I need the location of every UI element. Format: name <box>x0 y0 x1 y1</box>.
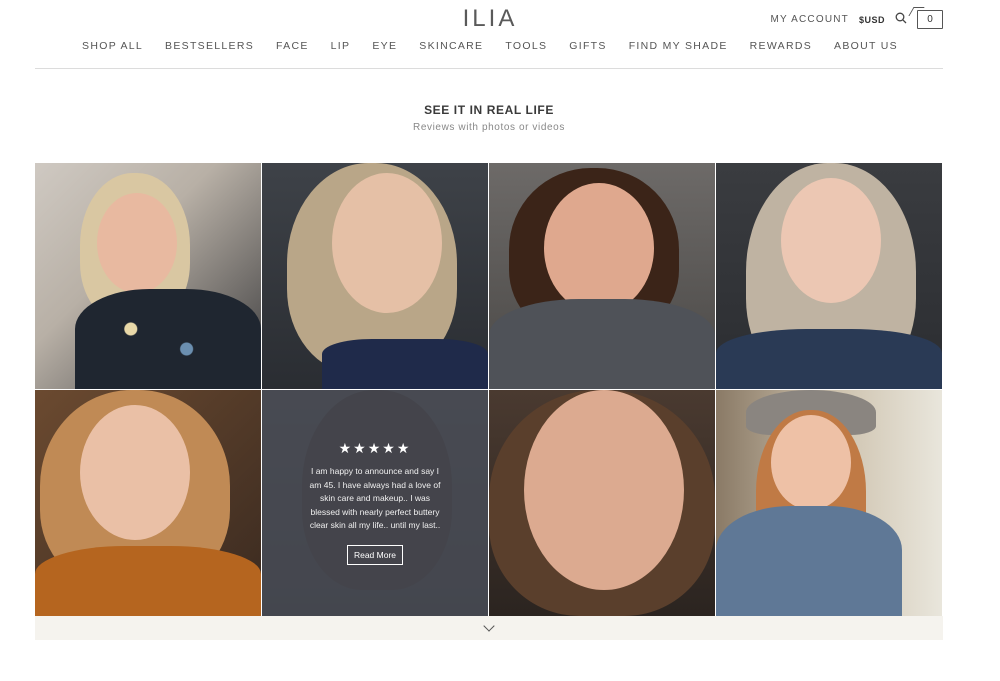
review-photo-3[interactable] <box>489 163 715 389</box>
bag-icon[interactable]: 0 <box>917 10 943 29</box>
nav-item-face[interactable]: FACE <box>276 40 309 52</box>
review-overlay: ★★★★★ I am happy to announce and say I a… <box>262 390 488 616</box>
review-photo-2[interactable] <box>262 163 488 389</box>
chevron-down-icon[interactable] <box>483 620 495 632</box>
review-photo-6[interactable]: ★★★★★ I am happy to announce and say I a… <box>262 390 488 616</box>
site-header: ILIA MY ACCOUNT $USD 0 SHOP ALL BESTSELL… <box>0 0 1000 70</box>
review-photo-grid: ★★★★★ I am happy to announce and say I a… <box>35 163 943 616</box>
review-photo-7[interactable] <box>489 390 715 616</box>
review-text: I am happy to announce and say I am 45. … <box>309 466 441 530</box>
nav-item-shop-all[interactable]: SHOP ALL <box>82 40 143 52</box>
section-title: SEE IT IN REAL LIFE <box>424 103 554 117</box>
load-more-bar[interactable] <box>35 616 943 640</box>
nav-item-find-my-shade[interactable]: FIND MY SHADE <box>629 40 728 52</box>
photo-face <box>97 193 177 293</box>
main-nav: SHOP ALL BESTSELLERS FACE LIP EYE SKINCA… <box>0 40 1000 52</box>
photo-face <box>524 390 684 590</box>
photo-clothing <box>35 546 261 616</box>
photo-clothing <box>489 299 715 389</box>
photo-clothing <box>716 329 942 389</box>
photo-face <box>332 173 442 313</box>
nav-item-gifts[interactable]: GIFTS <box>569 40 606 52</box>
photo-face <box>544 183 654 313</box>
nav-item-eye[interactable]: EYE <box>372 40 397 52</box>
photo-clothing <box>75 289 261 389</box>
nav-item-bestsellers[interactable]: BESTSELLERS <box>165 40 254 52</box>
section-subtitle: Reviews with photos or videos <box>413 122 565 133</box>
photo-clothing <box>716 506 902 616</box>
read-more-button[interactable]: Read More <box>346 544 404 565</box>
utility-nav: MY ACCOUNT $USD 0 <box>770 10 943 29</box>
review-photo-5[interactable] <box>35 390 261 616</box>
bag-count: 0 <box>927 14 933 25</box>
header-divider <box>35 68 943 69</box>
photo-clothing <box>322 339 488 389</box>
review-photo-1[interactable] <box>35 163 261 389</box>
nav-item-skincare[interactable]: SKINCARE <box>419 40 483 52</box>
search-icon[interactable] <box>895 12 907 27</box>
nav-item-lip[interactable]: LIP <box>331 40 351 52</box>
currency-selector[interactable]: $USD <box>859 15 885 25</box>
nav-item-tools[interactable]: TOOLS <box>505 40 547 52</box>
photo-face <box>80 405 190 540</box>
review-photo-8[interactable] <box>716 390 942 616</box>
photo-face <box>781 178 881 303</box>
my-account-link[interactable]: MY ACCOUNT <box>770 14 849 25</box>
nav-item-about-us[interactable]: ABOUT US <box>834 40 898 52</box>
photo-face <box>771 415 851 510</box>
review-photo-4[interactable] <box>716 163 942 389</box>
nav-item-rewards[interactable]: REWARDS <box>750 40 812 52</box>
star-rating: ★★★★★ <box>338 440 412 456</box>
